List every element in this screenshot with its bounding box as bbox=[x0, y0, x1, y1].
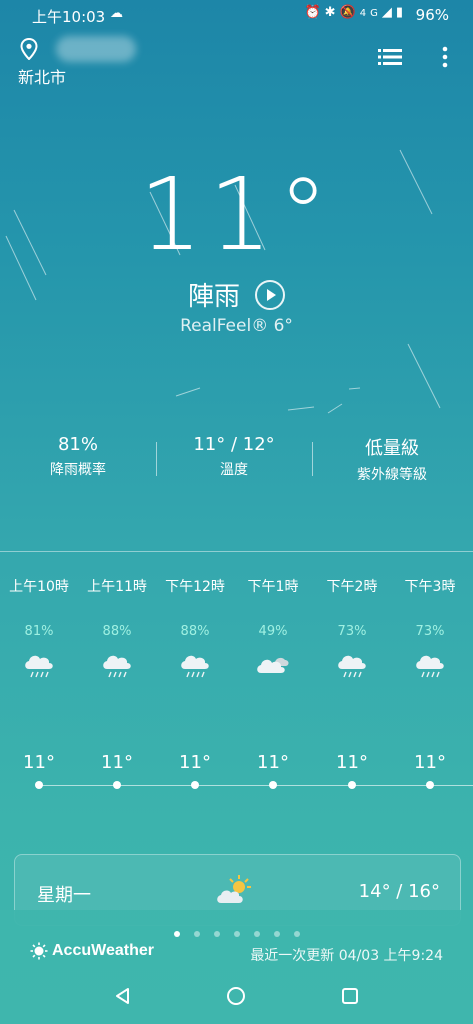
mute-icon: 🔕 bbox=[339, 5, 360, 20]
hour-precip: 73% bbox=[337, 624, 367, 639]
hourly-item[interactable]: 上午11時 88% bbox=[78, 576, 156, 681]
current-temperature: 11° bbox=[138, 156, 335, 273]
hourly-item[interactable]: 下午3時 73% bbox=[391, 576, 469, 681]
precip-value: 81% bbox=[57, 434, 98, 455]
cloud-rain-icon bbox=[0, 651, 78, 681]
page-dot[interactable] bbox=[253, 931, 260, 937]
hour-temp: 11° bbox=[414, 752, 446, 773]
stat-divider bbox=[312, 442, 313, 476]
realfeel-temperature: RealFeel® 6° bbox=[180, 316, 293, 336]
day-temps: 14° / 16° bbox=[358, 881, 440, 902]
last-updated: 最近一次更新 04/03 上午9:24 bbox=[250, 948, 443, 964]
battery-icon: ▮ bbox=[395, 5, 407, 20]
precip-stat: 81% 降雨概率 bbox=[3, 434, 153, 479]
status-bar: 上午10:03 ☁ ⏰✱🔕4G◢▮ 96% bbox=[0, 0, 473, 30]
hour-precip: 73% bbox=[415, 624, 445, 639]
page-indicator[interactable] bbox=[0, 922, 473, 941]
section-divider bbox=[0, 551, 473, 552]
back-nav-icon[interactable] bbox=[113, 986, 133, 1006]
alarm-icon: ⏰ bbox=[304, 5, 325, 20]
day-name: 星期一 bbox=[37, 885, 91, 906]
hourly-item[interactable]: 下午1時 49% bbox=[234, 576, 312, 681]
hour-time: 上午10時 bbox=[9, 579, 69, 595]
location-pin-icon[interactable] bbox=[20, 38, 38, 60]
hour-time: 下午1時 bbox=[247, 579, 299, 595]
status-icons: ⏰✱🔕4G◢▮ bbox=[304, 5, 407, 20]
page-dot[interactable] bbox=[273, 931, 280, 937]
bluetooth-icon: ✱ bbox=[324, 5, 340, 20]
hour-time: 上午11時 bbox=[87, 579, 147, 595]
more-options-icon[interactable] bbox=[436, 46, 454, 68]
precip-label: 降雨概率 bbox=[50, 462, 106, 478]
hourly-item[interactable]: 上午10時 81% bbox=[0, 576, 78, 681]
stat-divider bbox=[156, 442, 157, 476]
cloud-rain-icon bbox=[313, 651, 391, 681]
hourly-item[interactable]: 下午12時 88% bbox=[156, 576, 234, 681]
hourly-item[interactable]: 下午2時 73% bbox=[313, 576, 391, 681]
location-name-redacted bbox=[56, 36, 136, 62]
temp-range-stat: 11° / 12° 溫度 bbox=[159, 434, 309, 479]
condition-text: 陣雨 bbox=[187, 282, 240, 312]
city-name[interactable]: 新北市 bbox=[18, 64, 66, 88]
page-dot[interactable] bbox=[173, 931, 180, 937]
uv-stat: 低量級 紫外線等級 bbox=[317, 434, 467, 484]
hour-temp: 11° bbox=[101, 752, 133, 773]
cloud-rain-icon bbox=[156, 651, 234, 681]
status-time: 上午10:03 bbox=[32, 8, 106, 26]
cloud-rain-icon bbox=[391, 651, 469, 681]
hour-precip: 88% bbox=[102, 624, 132, 639]
battery-percent: 96% bbox=[415, 6, 449, 24]
hour-temp: 11° bbox=[179, 752, 211, 773]
cloud-rain-icon bbox=[78, 651, 156, 681]
hour-precip: 49% bbox=[258, 624, 288, 639]
hour-time: 下午12時 bbox=[165, 579, 225, 595]
temp-range-value: 11° / 12° bbox=[193, 434, 275, 455]
home-nav-icon[interactable] bbox=[226, 986, 246, 1006]
hour-time: 下午2時 bbox=[326, 579, 378, 595]
hour-precip: 81% bbox=[24, 624, 54, 639]
cloudy-icon bbox=[234, 651, 312, 681]
page-dot[interactable] bbox=[293, 931, 300, 937]
cloud-notification-icon: ☁ bbox=[110, 6, 123, 21]
accuweather-sun-icon bbox=[30, 942, 48, 960]
hour-precip: 88% bbox=[180, 624, 210, 639]
brand-name: AccuWeather bbox=[52, 942, 154, 960]
uv-value: 低量級 bbox=[365, 438, 419, 459]
uv-label: 紫外線等級 bbox=[357, 467, 427, 483]
page-dot[interactable] bbox=[193, 931, 200, 937]
accuweather-logo[interactable]: AccuWeather bbox=[30, 942, 154, 960]
hour-temp: 11° bbox=[336, 752, 368, 773]
play-animation-button[interactable] bbox=[255, 279, 286, 310]
hour-temp: 11° bbox=[23, 752, 55, 773]
condition-row: 陣雨 bbox=[0, 276, 473, 313]
temperature-trend-line bbox=[38, 785, 473, 786]
page-dot[interactable] bbox=[213, 931, 220, 937]
hour-time: 下午3時 bbox=[404, 579, 456, 595]
network-type: 4G bbox=[359, 8, 382, 19]
list-icon[interactable] bbox=[378, 48, 402, 66]
signal-icon: ◢ bbox=[381, 5, 396, 20]
page-dot[interactable] bbox=[233, 931, 240, 937]
recents-nav-icon[interactable] bbox=[340, 986, 360, 1006]
partly-sunny-icon bbox=[217, 875, 251, 903]
hour-temp: 11° bbox=[257, 752, 289, 773]
temp-range-label: 溫度 bbox=[220, 462, 248, 478]
